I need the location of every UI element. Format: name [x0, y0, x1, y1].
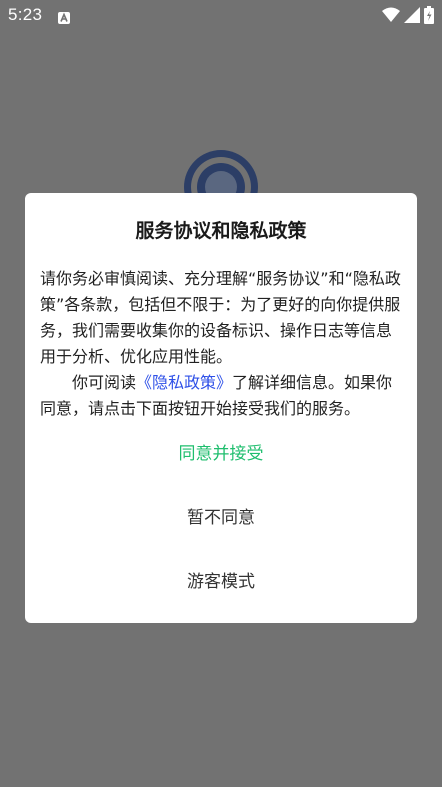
agree-button[interactable]: 同意并接受	[25, 430, 417, 478]
status-icons	[382, 6, 434, 24]
privacy-dialog: 服务协议和隐私政策 请你务必审慎阅读、充分理解“服务协议”和“隐私政策”各条款，…	[25, 193, 417, 623]
privacy-policy-link[interactable]: 《隐私政策》	[136, 373, 232, 392]
status-time: 5:23	[8, 5, 43, 24]
cell-signal-icon	[404, 7, 420, 23]
policy-paragraph-prefix: 你可阅读	[72, 373, 137, 392]
agreement-paragraph: 请你务必审慎阅读、充分理解“服务协议”和“隐私政策”各条款，包括但不限于：为了更…	[40, 269, 401, 366]
disagree-button[interactable]: 暂不同意	[25, 494, 417, 542]
screen: 5:23 服务协议和隐私政策 请你务必审慎阅读、充分理解“服务协议”和“隐私政策…	[0, 0, 442, 787]
policy-paragraph: 你可阅读《隐私政策》了解详细信息。如果你同意，请点击下面按钮开始接受我们的服务。	[40, 370, 402, 422]
dialog-body: 请你务必审慎阅读、充分理解“服务协议”和“隐私政策”各条款，包括但不限于：为了更…	[40, 266, 402, 422]
status-bar: 5:23	[0, 0, 442, 30]
guest-mode-button[interactable]: 游客模式	[25, 558, 417, 606]
battery-icon	[424, 6, 434, 24]
app-notification-icon	[58, 9, 70, 24]
wifi-icon	[382, 7, 400, 23]
dialog-title: 服务协议和隐私政策	[135, 220, 307, 242]
